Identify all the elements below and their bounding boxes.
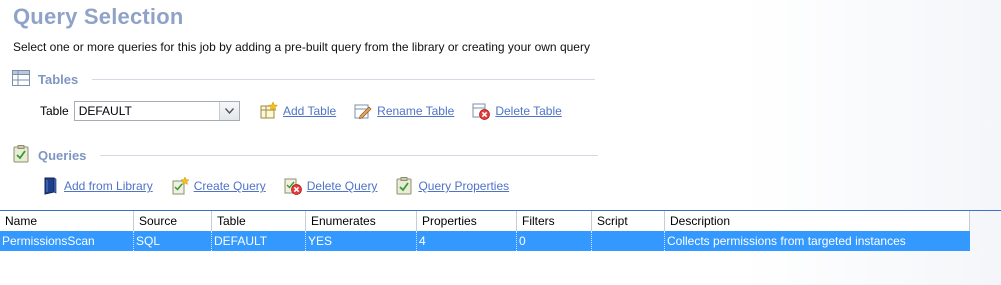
- add-table-icon: [260, 102, 278, 120]
- column-header-enumerates[interactable]: Enumerates: [306, 211, 417, 231]
- query-properties-label: Query Properties: [418, 179, 510, 193]
- cell-table: DEFAULT: [212, 231, 306, 251]
- add-from-library-label: Add from Library: [64, 179, 153, 193]
- cell-filters: 0: [517, 231, 592, 251]
- section-divider: [92, 78, 596, 80]
- delete-table-icon: [472, 102, 491, 120]
- delete-table-button[interactable]: Delete Table: [472, 102, 562, 120]
- page-title: Query Selection: [13, 4, 184, 29]
- add-from-library-button[interactable]: Add from Library: [41, 177, 153, 195]
- cell-source: SQL: [134, 231, 212, 251]
- create-query-label: Create Query: [193, 179, 266, 193]
- delete-query-icon: [284, 177, 302, 195]
- add-table-label: Add Table: [283, 104, 337, 118]
- chevron-down-icon[interactable]: [218, 102, 239, 120]
- tables-section-label: Tables: [38, 71, 79, 87]
- table-row[interactable]: PermissionsScan SQL DEFAULT YES 4 0 Coll…: [0, 231, 970, 251]
- delete-table-label: Delete Table: [495, 104, 562, 118]
- cell-description: Collects permissions from targeted insta…: [667, 234, 906, 248]
- delete-query-label: Delete Query: [306, 179, 378, 193]
- table-label: Table: [40, 104, 69, 118]
- grid-header: Name Source Table Enumerates Properties …: [0, 210, 1001, 231]
- table-dropdown-value: DEFAULT: [78, 104, 132, 118]
- column-header-script[interactable]: Script: [592, 211, 665, 231]
- section-divider: [100, 154, 599, 156]
- cell-name: PermissionsScan: [0, 231, 134, 251]
- rename-table-button[interactable]: Rename Table: [354, 102, 454, 120]
- column-header-properties[interactable]: Properties: [417, 211, 517, 231]
- table-selector-row: Table DEFAULT: [40, 100, 240, 122]
- add-table-button[interactable]: Add Table: [260, 102, 336, 120]
- column-header-name[interactable]: Name: [0, 211, 134, 231]
- column-header-description[interactable]: Description: [665, 211, 970, 231]
- column-header-filters[interactable]: Filters: [517, 211, 592, 231]
- cell-properties: 4: [417, 231, 517, 251]
- rename-table-icon: [354, 102, 372, 120]
- queries-grid: Name Source Table Enumerates Properties …: [0, 210, 1001, 251]
- tables-section-header: Tables: [12, 69, 596, 89]
- query-properties-icon: [395, 177, 413, 195]
- column-header-table[interactable]: Table: [212, 211, 306, 231]
- clipboard-check-icon: [12, 144, 30, 166]
- book-icon: [41, 177, 59, 195]
- cell-enumerates: YES: [306, 231, 417, 251]
- table-grid-icon: [12, 69, 30, 89]
- delete-query-button[interactable]: Delete Query: [284, 177, 378, 195]
- cell-script: [592, 231, 665, 251]
- queries-section-header: Queries: [12, 144, 599, 166]
- tables-actions: Add Table Rename Table Delete Table: [260, 100, 562, 122]
- queries-actions: Add from Library Create Query Delete Que…: [41, 175, 509, 197]
- page-subtitle: Select one or more queries for this job …: [13, 40, 590, 54]
- queries-section-label: Queries: [38, 147, 87, 163]
- create-query-button[interactable]: Create Query: [171, 177, 266, 195]
- rename-table-label: Rename Table: [377, 104, 455, 118]
- query-properties-button[interactable]: Query Properties: [395, 177, 509, 195]
- column-header-source[interactable]: Source: [134, 211, 212, 231]
- create-query-icon: [171, 177, 189, 195]
- table-dropdown[interactable]: DEFAULT: [73, 101, 240, 121]
